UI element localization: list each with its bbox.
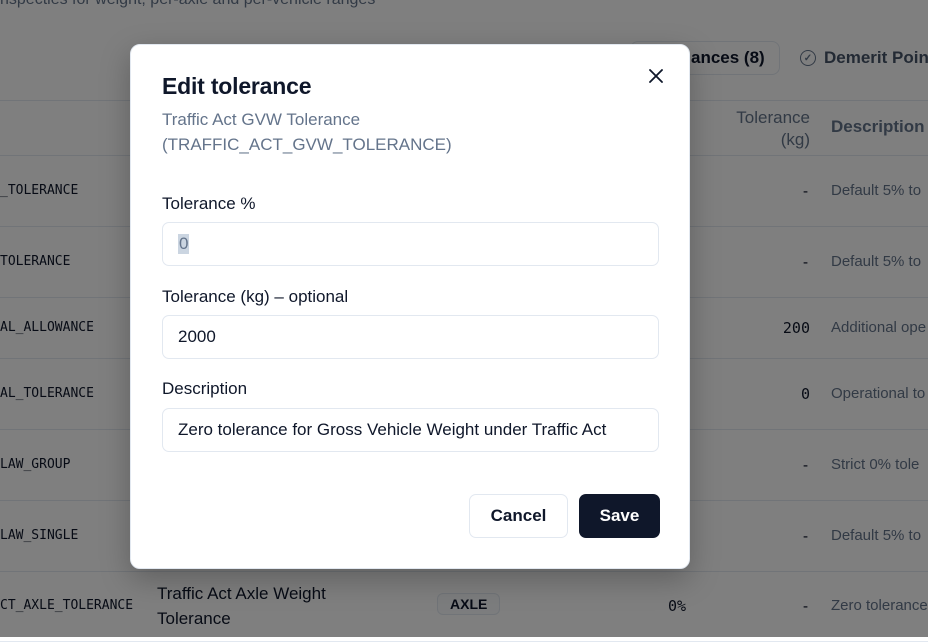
- tolerance-kg-input[interactable]: [162, 315, 659, 359]
- cancel-button[interactable]: Cancel: [469, 494, 568, 538]
- edit-tolerance-dialog: Edit tolerance Traffic Act GVW Tolerance…: [130, 44, 690, 569]
- tolerance-pct-value: 0: [178, 234, 190, 254]
- close-icon: [649, 69, 663, 83]
- dialog-title: Edit tolerance: [162, 73, 312, 99]
- tolerance-kg-label: Tolerance (kg) – optional: [162, 287, 349, 306]
- description-label: Description: [162, 379, 248, 398]
- tolerance-pct-label: Tolerance %: [162, 194, 256, 213]
- save-button[interactable]: Save: [579, 494, 660, 538]
- dialog-subtitle: Traffic Act GVW Tolerance (TRAFFIC_ACT_G…: [162, 110, 452, 154]
- tolerance-pct-input[interactable]: 0: [162, 222, 659, 266]
- description-input[interactable]: [162, 408, 659, 452]
- close-button[interactable]: [645, 65, 667, 87]
